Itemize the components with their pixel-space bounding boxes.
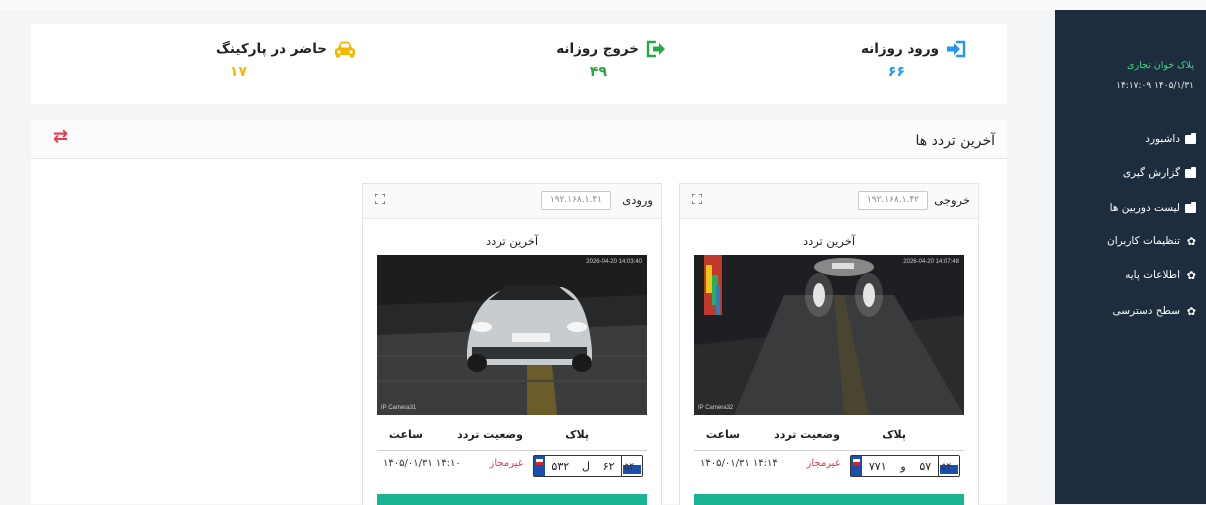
gear-icon: ✿ [1186, 268, 1196, 282]
column-plate: پلاک [565, 428, 589, 441]
traffic-time: ۱۴۰۵/۰۱/۳۱ ۱۴:۱۴ [700, 458, 778, 469]
snapshot-timestamp: 2026-04-20 14:07:48 [903, 259, 959, 265]
traffic-status: غیرمجاز [489, 458, 523, 469]
sign-out-icon [646, 40, 665, 58]
column-status: وضعیت تردد [457, 428, 523, 441]
car-icon [335, 41, 355, 58]
license-plate: ۶۲ ل ۵۳۲ ۵۴ [533, 455, 643, 477]
sidebar-item-label: داشبورد [1145, 133, 1180, 145]
camera-snapshot[interactable]: 2026-04-20 14:03:40 IP Camera31 [377, 255, 647, 415]
table-header: پلاک وضعیت تردد ساعت [377, 422, 647, 451]
stat-daily-exit: خروج روزانه ۴۹ [556, 40, 667, 80]
camera-name: خروجی [934, 193, 970, 207]
plate-two-digits: ۶۲ [602, 459, 615, 473]
column-time: ساعت [388, 428, 423, 441]
camera-card-header: خروجی ۱۹۲.۱۶۸.۱.۴۲ [680, 184, 978, 219]
sign-in-icon [947, 40, 966, 58]
iran-flag-icon [851, 456, 862, 476]
plate-code: ۵۴ [938, 456, 959, 476]
last-traffic-title: آخرین تردد [485, 234, 539, 248]
camera-name: ورودی [622, 193, 653, 207]
sidebar-item-user-settings[interactable]: ✿ تنظیمات کاربران ‹ [986, 230, 1196, 252]
stats-bar: ورود روزانه ۶۶ خروج روزانه ۴۹ حاضر در پا… [31, 24, 1007, 104]
plate-letter: و [900, 459, 906, 473]
stat-label: خروج روزانه [556, 41, 639, 57]
column-plate: پلاک [882, 428, 906, 441]
sidebar-datetime: ۱۴۰۵/۱/۳۱ ۱۴:۱۷:۰۹ [1116, 81, 1194, 91]
swap-icon[interactable]: ⇄ [53, 126, 68, 147]
last-traffic-title: آخرین تردد [802, 234, 856, 248]
traffic-time: ۱۴۰۵/۰۱/۳۱ ۱۴:۱۰ [383, 458, 461, 469]
snapshot-timestamp: 2026-04-20 14:03:40 [586, 259, 642, 265]
camera-card-header: ورودی ۱۹۲.۱۶۸.۱.۴۱ [363, 184, 661, 219]
sidebar-item-cameras[interactable]: لیست دوربین ها [1064, 197, 1196, 219]
snapshot-camera-label: IP Camera32 [698, 405, 734, 411]
folder-icon [1185, 132, 1196, 144]
table-header: پلاک وضعیت تردد ساعت [694, 422, 964, 451]
stat-value: ۱۷ [229, 64, 247, 80]
stat-value: ۶۶ [887, 64, 905, 80]
iran-flag-icon [534, 456, 545, 476]
top-strip [0, 0, 1206, 10]
stat-present-in-parking: حاضر در پارکینگ ۱۷ [216, 40, 357, 80]
panel-title: آخرین تردد ها [915, 133, 995, 149]
expand-icon[interactable] [375, 194, 385, 204]
stat-label: ورود روزانه [860, 41, 939, 57]
sidebar-item-label: لیست دوربین ها [1109, 202, 1180, 214]
panel-header: آخرین تردد ها ⇄ [31, 120, 1007, 159]
sidebar: پلاک خوان تجاری ۱۴۰۵/۱/۳۱ ۱۴:۱۷:۰۹ داشبو… [986, 10, 1206, 504]
license-plate: ۵۷ و ۷۷۱ ۵۴ [850, 455, 960, 477]
camera-ip-badge: ۱۹۲.۱۶۸.۱.۴۱ [540, 191, 611, 210]
snapshot-camera-label: IP Camera31 [381, 405, 417, 411]
camera-card-exit: خروجی ۱۹۲.۱۶۸.۱.۴۲ آخرین تردد 2026-04-20… [679, 183, 979, 505]
camera-snapshot[interactable]: 2026-04-20 14:07:48 IP Camera32 [694, 255, 964, 415]
sidebar-item-label: گزارش گیری [1122, 167, 1180, 179]
sidebar-item-access-level[interactable]: ✿ سطح دسترسی ‹ [986, 300, 1196, 322]
plate-three-digits: ۷۷۱ [868, 459, 887, 473]
sidebar-item-dashboard[interactable]: داشبورد [1064, 128, 1196, 150]
plate-letter: ل [581, 459, 590, 473]
status-bar [694, 494, 964, 505]
gear-icon: ✿ [1186, 234, 1196, 248]
sidebar-item-label: تنظیمات کاربران [1107, 235, 1180, 247]
camera-card-entry: ورودی ۱۹۲.۱۶۸.۱.۴۱ آخرین تردد 2026-04-20… [362, 183, 662, 505]
column-status: وضعیت تردد [774, 428, 840, 441]
traffic-status: غیرمجاز [806, 458, 840, 469]
folder-icon [1185, 166, 1196, 178]
camera-ip-badge: ۱۹۲.۱۶۸.۱.۴۲ [857, 191, 928, 210]
sidebar-item-reports[interactable]: گزارش گیری [1064, 162, 1196, 184]
plate-three-digits: ۵۳۲ [551, 459, 570, 473]
plate-code: ۵۴ [621, 456, 642, 476]
stat-value: ۴۹ [589, 64, 607, 80]
expand-icon[interactable] [692, 194, 702, 204]
table-row[interactable]: ۵۷ و ۷۷۱ ۵۴ غیرمجاز ۱۴۰۵/۰۱/۳۱ ۱۴:۱۴ [694, 452, 964, 478]
sidebar-item-label: اطلاعات پایه [1125, 269, 1180, 281]
sidebar-item-base-info[interactable]: ✿ اطلاعات پایه ‹ [986, 264, 1196, 286]
sidebar-brand: پلاک خوان تجاری [1127, 60, 1194, 71]
gear-icon: ✿ [1186, 304, 1196, 318]
table-row[interactable]: ۶۲ ل ۵۳۲ ۵۴ غیرمجاز ۱۴۰۵/۰۱/۳۱ ۱۴:۱۰ [377, 452, 647, 478]
status-bar [377, 494, 647, 505]
stat-daily-entry: ورود روزانه ۶۶ [860, 40, 967, 80]
plate-two-digits: ۵۷ [919, 459, 932, 473]
sidebar-item-label: سطح دسترسی [1112, 305, 1180, 317]
stat-label: حاضر در پارکینگ [216, 41, 327, 57]
folder-icon [1185, 201, 1196, 213]
column-time: ساعت [705, 428, 740, 441]
